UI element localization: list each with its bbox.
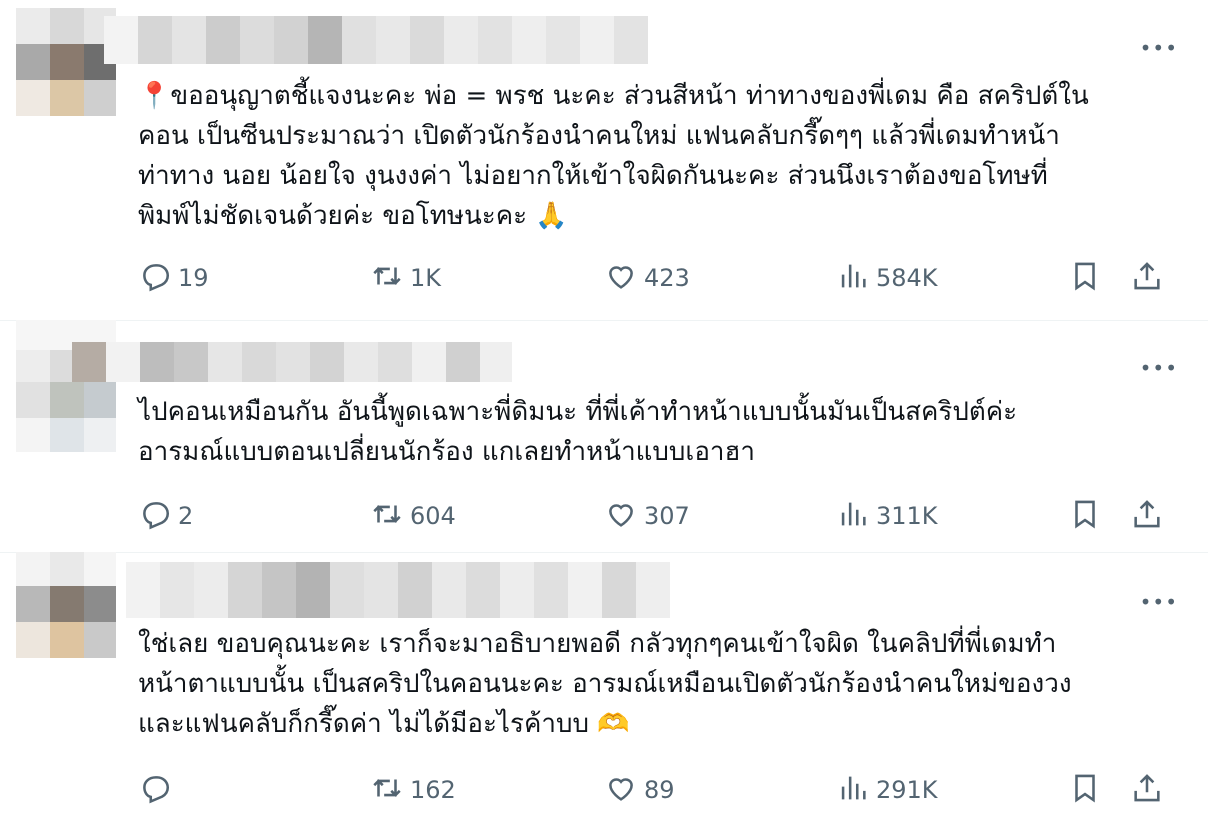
bookmark-icon — [1068, 497, 1102, 535]
views-count: 291K — [876, 776, 938, 804]
reply-button[interactable] — [138, 770, 178, 810]
tweet[interactable]: ••• 📍ขออนุญาตชี้แจงนะคะ พ่อ = พรช นะคะ ส… — [0, 0, 1208, 321]
share-icon — [1130, 259, 1164, 297]
heart-icon — [604, 497, 638, 535]
reply-count: 2 — [178, 502, 194, 530]
bookmark-icon — [1068, 259, 1102, 297]
tweet-actions: 162 89 291K — [138, 770, 1168, 810]
avatar[interactable] — [16, 552, 116, 658]
reply-icon — [138, 497, 172, 535]
tweet-text: ใช่เลย ขอบคุณนะคะ เราก็จะมาอธิบายพอดี กล… — [138, 629, 1072, 739]
share-button[interactable] — [1130, 496, 1164, 536]
author-name-blurred[interactable] — [104, 16, 648, 64]
avatar[interactable] — [16, 8, 116, 116]
views-button[interactable]: 584K — [836, 258, 938, 298]
tweet-text: 📍ขออนุญาตชี้แจงนะคะ พ่อ = พรช นะคะ ส่วนส… — [138, 81, 1089, 231]
reply-button[interactable]: 2 — [138, 496, 193, 536]
author-name-blurred[interactable] — [72, 342, 512, 382]
heart-icon — [604, 771, 638, 809]
bookmark-button[interactable] — [1068, 258, 1102, 298]
like-button[interactable]: 423 — [604, 258, 690, 298]
tweet-actions: 2 604 307 311K — [138, 496, 1168, 536]
like-button[interactable]: 89 — [604, 770, 675, 810]
views-icon — [836, 259, 870, 297]
bookmark-icon — [1068, 771, 1102, 809]
views-button[interactable]: 311K — [836, 496, 938, 536]
tweet-actions: 19 1K 423 584K — [138, 258, 1168, 298]
like-count: 307 — [644, 502, 690, 530]
repost-icon — [370, 771, 404, 809]
repost-count: 604 — [410, 502, 456, 530]
views-button[interactable]: 291K — [836, 770, 938, 810]
tweet-text: ไปคอนเหมือนกัน อันนี้พูดเฉพาะพี่ดิมนะ ที… — [138, 397, 1018, 467]
like-button[interactable]: 307 — [604, 496, 690, 536]
share-icon — [1130, 497, 1164, 535]
tweet[interactable]: ••• ใช่เลย ขอบคุณนะคะ เราก็จะมาอธิบายพอด… — [0, 552, 1208, 838]
repost-count: 1K — [410, 264, 442, 292]
more-icon[interactable]: ••• — [1140, 38, 1178, 58]
repost-count: 162 — [410, 776, 456, 804]
like-count: 89 — [644, 776, 675, 804]
repost-button[interactable]: 162 — [370, 770, 456, 810]
views-count: 584K — [876, 264, 938, 292]
repost-icon — [370, 497, 404, 535]
views-icon — [836, 497, 870, 535]
bookmark-button[interactable] — [1068, 770, 1102, 810]
repost-icon — [370, 259, 404, 297]
like-count: 423 — [644, 264, 690, 292]
tweet[interactable]: ••• ไปคอนเหมือนกัน อันนี้พูดเฉพาะพี่ดิมน… — [0, 320, 1208, 553]
repost-button[interactable]: 1K — [370, 258, 441, 298]
reply-icon — [138, 771, 172, 809]
heart-icon — [604, 259, 638, 297]
share-button[interactable] — [1130, 258, 1164, 298]
repost-button[interactable]: 604 — [370, 496, 456, 536]
author-name-blurred[interactable] — [126, 562, 670, 618]
views-count: 311K — [876, 502, 938, 530]
share-icon — [1130, 771, 1164, 809]
share-button[interactable] — [1130, 770, 1164, 810]
views-icon — [836, 771, 870, 809]
more-icon[interactable]: ••• — [1140, 358, 1178, 378]
reply-icon — [138, 259, 172, 297]
reply-button[interactable]: 19 — [138, 258, 209, 298]
bookmark-button[interactable] — [1068, 496, 1102, 536]
more-icon[interactable]: ••• — [1140, 592, 1178, 612]
reply-count: 19 — [178, 264, 209, 292]
